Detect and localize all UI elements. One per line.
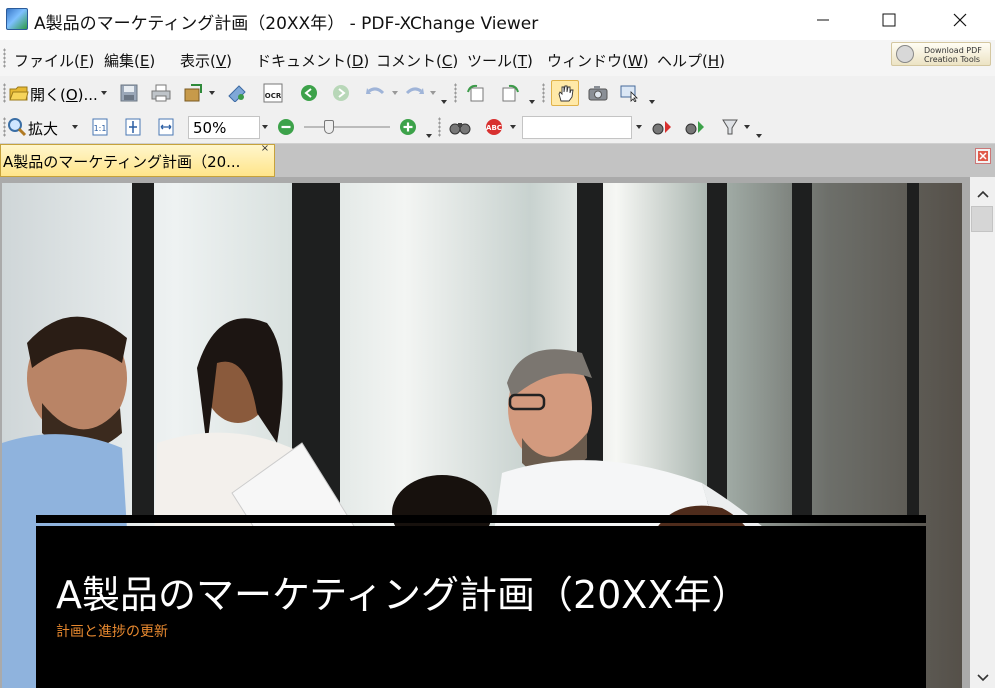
download-line-1: Download PDF — [924, 46, 982, 55]
print-icon[interactable] — [150, 82, 172, 104]
scroll-up-button[interactable] — [970, 183, 995, 205]
minimize-button[interactable] — [800, 0, 846, 40]
close-button[interactable] — [937, 0, 983, 40]
zoom-slider-track[interactable] — [304, 126, 390, 128]
title-banner: A製品のマーケティング計画（20XX年） 計画と進捗の更新 — [36, 526, 926, 688]
close-document-button[interactable] — [975, 148, 991, 164]
actual-size-icon[interactable]: 1:1 — [89, 116, 111, 138]
zoom-tool-dropdown-arrow[interactable] — [72, 125, 78, 129]
search-box-dropdown-arrow[interactable] — [636, 125, 642, 129]
select-tool-icon[interactable] — [619, 82, 641, 104]
toolbar-overflow-arrow[interactable] — [649, 100, 655, 104]
export-dropdown-arrow[interactable] — [209, 91, 215, 95]
open-folder-icon[interactable] — [8, 82, 30, 104]
banner-top-stripe — [36, 515, 926, 523]
chevron-up-icon — [976, 190, 989, 198]
rotate-cw-icon[interactable] — [499, 82, 521, 104]
highlight-marker-icon[interactable] — [719, 116, 741, 138]
search-abc-icon[interactable]: ABC — [484, 116, 506, 138]
maximize-button[interactable] — [866, 0, 912, 40]
document-subtitle: 計画と進捗の更新 — [56, 624, 168, 640]
fit-width-icon[interactable] — [155, 116, 177, 138]
document-title: A製品のマーケティング計画（20XX年） — [56, 573, 750, 617]
highlight-dropdown-arrow[interactable] — [744, 125, 750, 129]
window-title: A製品のマーケティング計画（20XX年） - PDF-XChange Viewe… — [34, 14, 539, 34]
toolbar-grip[interactable] — [438, 117, 441, 137]
open-dropdown-arrow[interactable] — [101, 91, 107, 95]
find-next-icon[interactable] — [684, 116, 706, 138]
menu-document[interactable]: ドキュメント(D) — [256, 50, 369, 71]
open-button[interactable]: 開く(O)... — [30, 84, 98, 105]
zoom-level-dropdown-arrow[interactable] — [262, 125, 268, 129]
hand-tool-button[interactable] — [551, 80, 579, 106]
rotate-ccw-icon[interactable] — [465, 82, 487, 104]
redo-dropdown-arrow[interactable] — [430, 91, 436, 95]
toolbar-grip[interactable] — [454, 83, 457, 103]
hand-cursor-icon — [896, 45, 914, 63]
menu-file[interactable]: ファイル(F) — [14, 50, 94, 71]
menu-comment[interactable]: コメント(C) — [376, 50, 458, 71]
snapshot-camera-icon[interactable] — [587, 82, 609, 104]
menu-bar: ファイル(F) 編集(E) 表示(V) ドキュメント(D) コメント(C) ツー… — [0, 40, 995, 76]
hand-icon — [558, 85, 574, 102]
zoom-toolbar: 拡大 1:1 50% ABC — [0, 110, 995, 144]
back-arrow-icon[interactable] — [298, 82, 320, 104]
forward-arrow-icon[interactable] — [330, 82, 352, 104]
menubar-grip[interactable] — [3, 48, 6, 68]
vertical-scrollbar[interactable] — [970, 177, 995, 688]
menu-view[interactable]: 表示(V) — [180, 50, 232, 71]
toolbar-overflow-arrow[interactable] — [756, 134, 762, 138]
scroll-down-button[interactable] — [970, 668, 995, 688]
tab-document[interactable]: A製品のマーケティング計画（20... — [0, 144, 275, 177]
main-toolbar: 開く(O)... OCR — [0, 76, 995, 110]
fit-page-icon[interactable] — [122, 116, 144, 138]
zoom-level-input[interactable]: 50% — [188, 116, 260, 139]
close-icon — [978, 151, 988, 161]
download-line-2: Creation Tools — [924, 55, 981, 64]
minimize-icon — [817, 19, 829, 21]
svg-text:1:1: 1:1 — [94, 124, 107, 133]
ocr-icon[interactable]: OCR — [262, 82, 284, 104]
search-input[interactable] — [522, 116, 632, 139]
tab-close-icon[interactable]: × — [259, 144, 271, 154]
close-icon — [953, 13, 967, 27]
binoculars-icon[interactable] — [449, 116, 471, 138]
toolbar-overflow-arrow[interactable] — [441, 100, 447, 104]
maximize-icon — [882, 13, 896, 27]
svg-text:ABC: ABC — [486, 124, 502, 132]
undo-dropdown-arrow[interactable] — [392, 91, 398, 95]
menu-tools[interactable]: ツール(T) — [467, 50, 533, 71]
scrollbar-thumb[interactable] — [971, 206, 993, 232]
menu-edit[interactable]: 編集(E) — [104, 50, 155, 71]
scan-icon[interactable] — [226, 82, 248, 104]
zoom-magnifier-icon[interactable] — [6, 116, 28, 138]
download-pdf-tools-button[interactable]: Download PDF Creation Tools — [891, 42, 991, 66]
toolbar-grip[interactable] — [542, 83, 545, 103]
app-icon — [6, 8, 28, 30]
title-bar: A製品のマーケティング計画（20XX年） - PDF-XChange Viewe… — [0, 0, 995, 40]
export-box-icon[interactable] — [182, 82, 204, 104]
toolbar-overflow-arrow[interactable] — [529, 100, 535, 104]
find-previous-icon[interactable] — [651, 116, 673, 138]
undo-icon[interactable] — [365, 82, 387, 104]
redo-icon[interactable] — [403, 82, 425, 104]
zoom-out-icon[interactable] — [275, 116, 297, 138]
zoom-slider-thumb[interactable] — [324, 120, 334, 134]
search-dropdown-arrow[interactable] — [510, 125, 516, 129]
menu-window[interactable]: ウィンドウ(W) — [547, 50, 649, 71]
toolbar-grip[interactable] — [3, 83, 6, 103]
zoom-in-icon[interactable] — [397, 116, 419, 138]
toolbar-overflow-arrow[interactable] — [426, 134, 432, 138]
zoom-tool-label[interactable]: 拡大 — [28, 118, 58, 139]
menu-help[interactable]: ヘルプ(H) — [657, 50, 725, 71]
chevron-down-icon — [976, 674, 989, 682]
ocr-label: OCR — [265, 92, 282, 100]
save-icon[interactable] — [118, 82, 140, 104]
pdf-page[interactable]: A製品のマーケティング計画（20XX年） 計画と進捗の更新 — [2, 183, 962, 688]
